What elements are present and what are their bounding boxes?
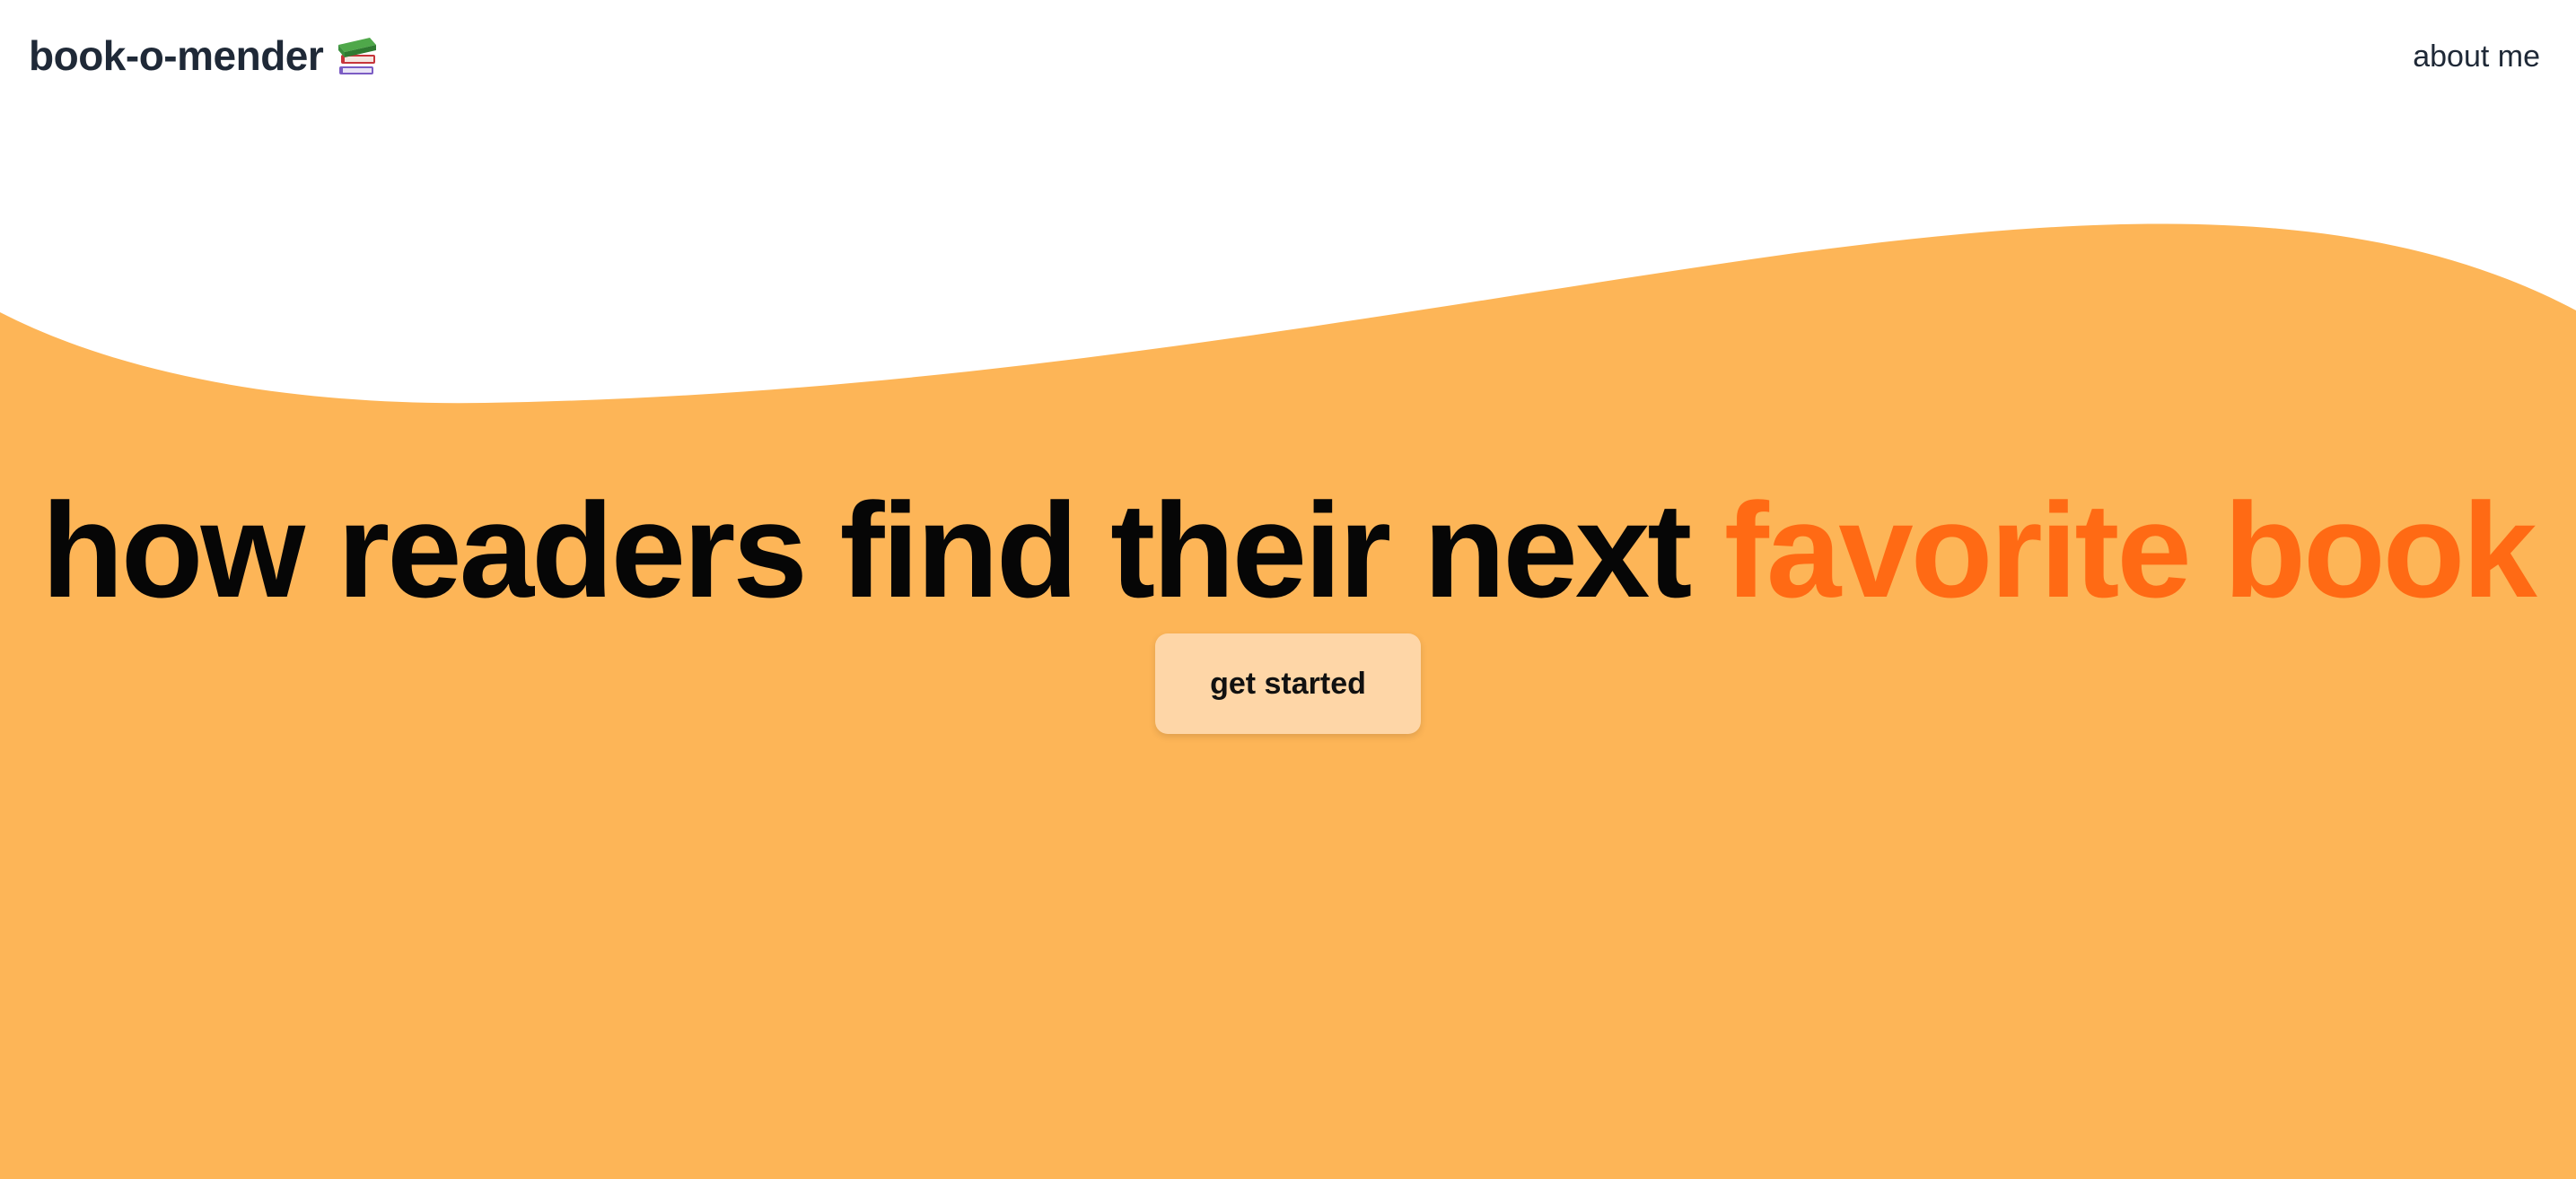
- about-me-link[interactable]: about me: [2413, 38, 2540, 75]
- books-icon: [338, 38, 377, 74]
- headline-accent-text: favorite book: [1723, 475, 2537, 625]
- landing-page: book-o-mender about me how readers find …: [0, 0, 2576, 1179]
- hero-headline: how readers find their next favorite boo…: [0, 474, 2576, 626]
- get-started-button[interactable]: get started: [1155, 633, 1421, 734]
- brand-logo-link[interactable]: book-o-mender: [29, 31, 379, 81]
- top-navbar: book-o-mender about me: [0, 0, 2576, 113]
- hero-section: how readers find their next favorite boo…: [0, 474, 2576, 626]
- headline-main-text: how readers find their next: [41, 475, 1724, 625]
- cta-container: get started: [0, 633, 2576, 734]
- brand-name: book-o-mender: [29, 32, 324, 79]
